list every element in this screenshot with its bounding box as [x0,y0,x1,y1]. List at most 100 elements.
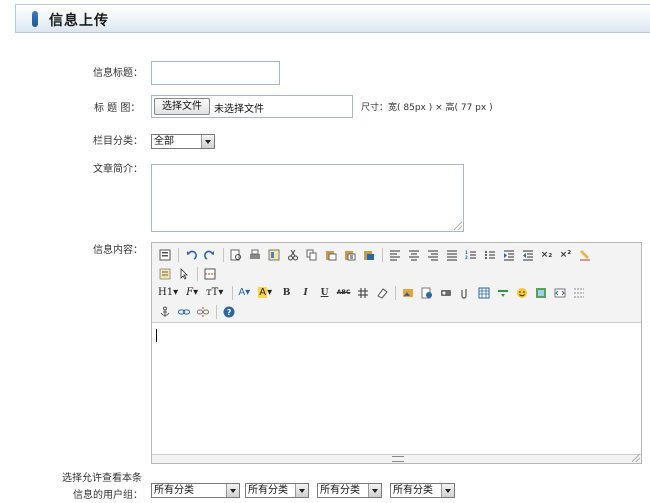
toolbar-row-1: 12 ×₂ ×² [156,246,595,263]
chevron-down-icon [368,484,381,497]
usergroup-select-value: 所有分类 [320,485,360,496]
insert-media-icon[interactable] [437,285,454,301]
indent-icon[interactable] [500,247,517,263]
toolbar-separator [223,247,224,262]
usergroup-select-value: 所有分类 [393,485,433,496]
toolbar-separator [216,304,217,319]
cursor-icon[interactable] [175,266,192,282]
source-icon[interactable] [156,247,173,263]
resize-grip-icon[interactable] [632,454,640,462]
bold-button[interactable]: B [278,285,295,301]
align-center-icon[interactable] [405,247,422,263]
underline-button[interactable]: U [316,285,333,301]
undo-icon[interactable] [182,247,199,263]
font-color-dropdown[interactable]: A▾ [236,287,252,298]
usergroup-select-4[interactable]: 所有分类 [390,483,455,498]
insert-flash-icon[interactable] [418,285,435,301]
outdent-icon[interactable] [519,247,536,263]
rich-text-editor[interactable]: 12 ×₂ ×² H1▾ F▾ тT▾ A▾ A▾ B I U ABC ? [151,242,642,464]
image-label: 标 题 图： [94,103,141,114]
align-right-icon[interactable] [424,247,441,263]
usergroup-label-line2: 信息的用户组： [73,490,143,501]
resize-grip-icon[interactable] [454,222,462,230]
anchor-icon[interactable] [156,304,173,320]
toolbar-row-4: ? [156,303,239,320]
page-header: 信息上传 [15,4,650,33]
print-icon[interactable] [246,247,263,263]
usergroup-select-1[interactable]: 所有分类 [151,483,240,498]
chevron-down-icon [201,135,214,148]
redo-icon[interactable] [201,247,218,263]
title-label: 信息标题： [93,68,143,79]
category-selected-value: 全部 [154,136,174,147]
font-size-label: тT [206,287,219,298]
usergroup-select-2[interactable]: 所有分类 [245,483,309,498]
image-size-hint: 尺寸：宽( 85px ) × 高( 77 px ) [361,103,493,113]
paste-icon[interactable] [322,247,339,263]
usergroup-select-value: 所有分类 [154,485,194,496]
toolbar-row-3: H1▾ F▾ тT▾ A▾ A▾ B I U ABC [156,284,589,301]
toolbar-row-2 [156,265,220,282]
preview-icon[interactable] [227,247,244,263]
summary-textarea[interactable] [151,164,464,232]
insert-image-icon[interactable] [399,285,416,301]
font-family-dropdown[interactable]: F▾ [184,287,200,298]
toolbar-separator [232,285,234,300]
code-icon[interactable] [551,285,568,301]
text-caret [156,329,157,342]
template-icon[interactable] [265,247,282,263]
heading-label: H1 [158,287,174,298]
align-left-icon[interactable] [386,247,403,263]
image-manager-icon[interactable] [532,285,549,301]
editor-toolbar: 12 ×₂ ×² H1▾ F▾ тT▾ A▾ A▾ B I U ABC ? [152,243,641,323]
align-justify-icon[interactable] [443,247,460,263]
summary-label: 文章简介： [93,164,143,175]
cut-icon[interactable] [284,247,301,263]
svg-text:2: 2 [465,255,468,260]
toolbar-separator [395,285,397,300]
image-file-input[interactable]: 选择文件 未选择文件 [151,95,353,118]
clear-format-icon[interactable] [576,247,593,263]
copy-icon[interactable] [303,247,320,263]
eraser-icon[interactable] [373,285,390,301]
help-icon[interactable]: ? [220,304,237,320]
link-icon[interactable] [175,304,192,320]
subscript-button[interactable]: ×₂ [538,247,555,263]
highlight-color-dropdown[interactable]: A▾ [256,287,274,298]
paste-text-icon[interactable] [341,247,358,263]
page-break-icon[interactable] [201,266,218,282]
insert-table-icon[interactable] [475,285,492,301]
chevron-down-icon [226,484,239,497]
unordered-list-icon[interactable] [481,247,498,263]
usergroup-label-line1: 选择允许查看本条 [62,473,142,484]
toolbar-separator [382,247,383,262]
horizontal-rule-icon[interactable] [494,285,511,301]
editor-resize-bar[interactable] [152,454,641,463]
page-title: 信息上传 [49,13,109,29]
category-label: 栏目分类： [93,136,143,147]
select-all-icon[interactable] [156,266,173,282]
usergroup-select-value: 所有分类 [248,485,288,496]
file-status-text: 未选择文件 [214,104,264,115]
toolbar-separator [178,247,179,262]
page-layout-icon[interactable] [570,285,587,301]
resize-handle-icon[interactable] [392,456,404,462]
ordered-list-icon[interactable]: 12 [462,247,479,263]
font-size-dropdown[interactable]: тT▾ [204,287,225,298]
attachment-icon[interactable] [456,285,473,301]
superscript-button[interactable]: ×² [557,247,574,263]
strikethrough-button[interactable]: ABC [335,285,352,301]
unlink-icon[interactable] [194,304,211,320]
title-input[interactable] [151,61,280,85]
chevron-down-icon [441,484,454,497]
italic-button[interactable]: I [297,285,314,301]
usergroup-select-3[interactable]: 所有分类 [317,483,382,498]
heading-dropdown[interactable]: H1▾ [156,287,180,298]
choose-file-button[interactable]: 选择文件 [154,98,210,115]
category-select[interactable]: 全部 [151,134,215,149]
emoticon-icon[interactable] [513,285,530,301]
chevron-down-icon [295,484,308,497]
special-char-icon[interactable] [354,285,371,301]
toolbar-separator [197,266,198,281]
paste-word-icon[interactable] [360,247,377,263]
